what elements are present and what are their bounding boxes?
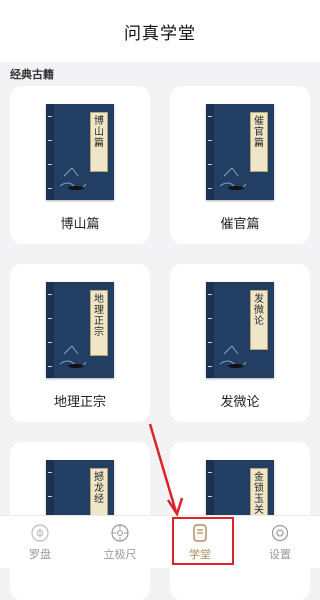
annotation-arrow bbox=[148, 423, 184, 517]
annotation-highlight-box bbox=[172, 517, 234, 565]
